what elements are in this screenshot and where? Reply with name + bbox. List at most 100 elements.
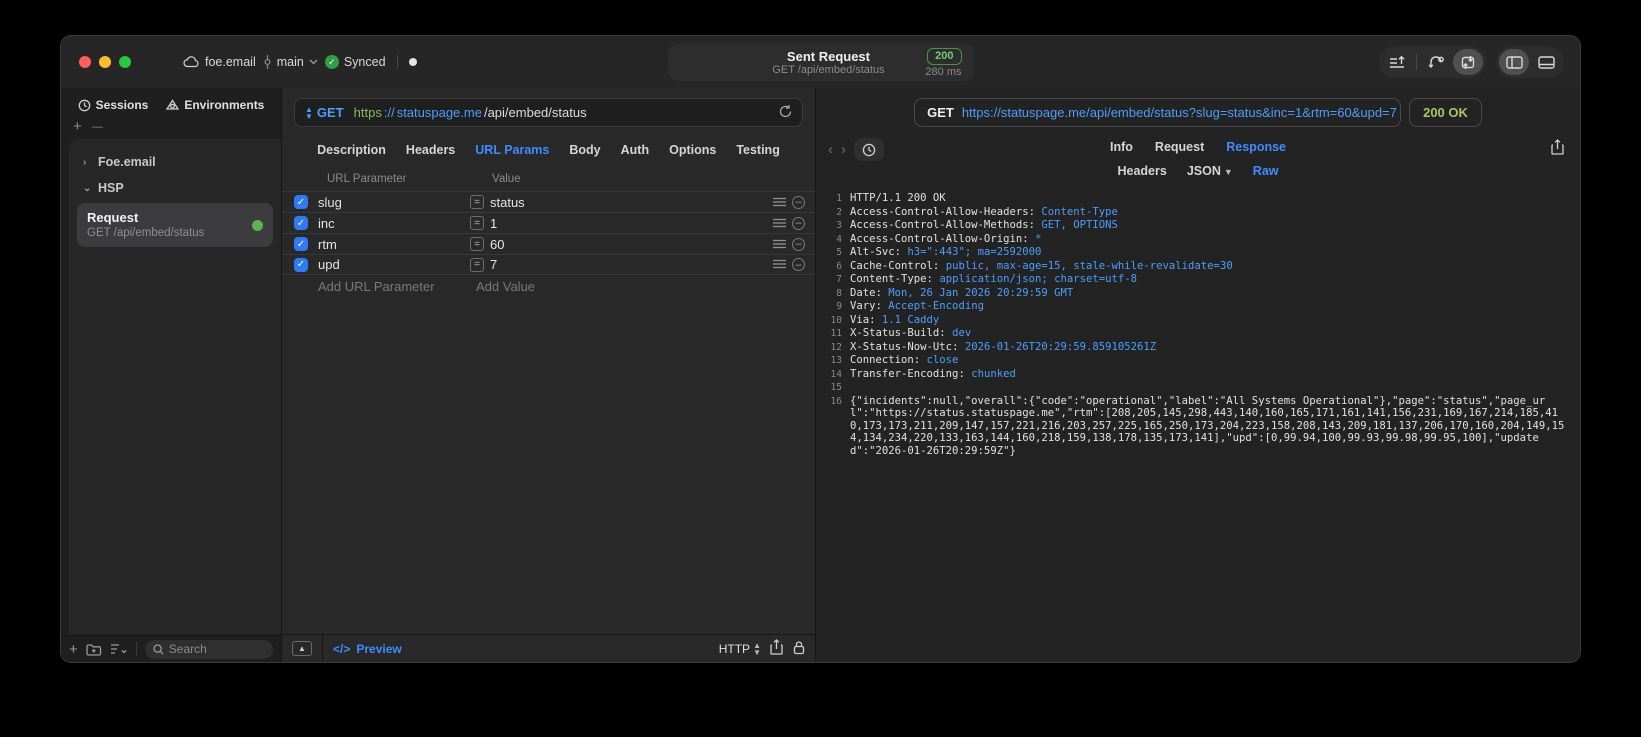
history-back-button[interactable]: ‹ [828,141,833,158]
line-number: 6 [836,260,842,272]
param-checkbox[interactable]: ✓ [294,257,308,272]
remove-row-icon[interactable]: – [792,258,805,271]
close-window-button[interactable] [79,56,91,68]
search-placeholder: Search [168,642,207,656]
branch-icon [264,55,271,69]
param-value-field[interactable]: 60 [490,237,773,252]
response-tab-request[interactable]: Request [1155,140,1204,154]
sidebar-tab-environments[interactable]: Environments [166,98,264,112]
tab-options[interactable]: Options [669,143,716,157]
chevron-down-icon: ▼ [1223,167,1233,177]
sort-list-icon[interactable] [110,643,128,655]
minimize-window-button[interactable] [99,56,111,68]
fork-merge-icon[interactable] [1421,49,1451,75]
add-parameter-value-field[interactable]: Add Value [476,279,535,294]
add-session-button[interactable]: + [73,118,82,135]
param-value-field[interactable]: 7 [490,257,773,272]
collapse-panel-button[interactable]: ▲ [292,641,312,656]
project-switcher[interactable]: foe.email [183,55,256,69]
row-drag-handle-icon[interactable] [773,257,786,272]
tree-item-hsp[interactable]: ⌄ HSP [75,175,275,201]
window-title-pill[interactable]: Sent Request GET /api/embed/status 200 2… [667,44,974,81]
line-number: 8 [836,287,842,299]
tree-item-foe-email[interactable]: › Foe.email [75,149,275,175]
code-line: 11 X-Status-Build: dev [822,327,1570,341]
response-subtab-json[interactable]: JSON ▼ [1187,164,1233,178]
unsaved-indicator-dot [408,58,417,66]
request-list-item-selected[interactable]: Request GET /api/embed/status [77,203,273,247]
response-header-line: Connection: close [850,354,959,366]
param-value-field[interactable]: 1 [490,216,773,231]
tab-description[interactable]: Description [317,143,386,157]
response-tab-response[interactable]: Response [1226,140,1286,154]
subtab-label: Raw [1252,164,1279,178]
sidebar-tab-sessions[interactable]: Sessions [78,98,148,112]
request-method[interactable]: GET [317,105,344,120]
traffic-lights [79,56,131,68]
response-tab-info[interactable]: Info [1110,140,1133,154]
layout-sidebar-icon[interactable] [1499,49,1529,75]
param-name-field[interactable]: slug [318,195,470,210]
protocol-selector[interactable]: HTTP ▲ ▼ [718,641,761,656]
export-lines-icon[interactable] [1382,49,1412,75]
code-line: 13 Connection: close [822,354,1570,368]
request-url-bar[interactable]: ▲ ▼ GET https://statuspage.me/api/embed/s… [294,98,803,127]
layout-bottombar-icon[interactable] [1531,49,1561,75]
preview-label: Preview [356,641,402,656]
header-name: Date [850,286,876,299]
tab-headers[interactable]: Headers [406,143,455,157]
row-drag-handle-icon[interactable] [773,216,786,231]
sync-transfer-icon[interactable] [1453,49,1483,75]
param-name-field[interactable]: rtm [318,237,470,252]
response-header-line: Via: 1.1 Caddy [850,313,940,326]
response-header-line: Access-Control-Allow-Headers: Content-Ty… [850,205,1118,218]
history-clock-button[interactable] [854,138,884,161]
method-stepper-icon[interactable]: ▲ ▼ [305,105,313,120]
zoom-window-button[interactable] [119,56,131,68]
header-value: h3=":443"; ma=2592000 [907,246,1042,258]
protocol-label: HTTP [718,641,751,656]
history-forward-button[interactable]: › [841,141,846,158]
remove-session-button[interactable]: — [92,118,103,135]
export-response-icon[interactable] [1551,139,1564,158]
response-subtab-raw[interactable]: Raw [1253,164,1279,178]
preview-button[interactable]: </> Preview [333,642,402,656]
search-input[interactable]: Search [144,639,273,659]
branch-selector[interactable]: main [263,55,318,69]
share-icon[interactable] [770,639,783,658]
param-checkbox[interactable]: ✓ [294,216,308,230]
tab-auth[interactable]: Auth [621,143,649,157]
param-value-field[interactable]: status [490,195,773,210]
param-checkbox[interactable]: ✓ [294,237,308,251]
add-parameter-name-field[interactable]: Add URL Parameter [318,279,476,294]
header-name: Via [850,313,870,326]
raw-response-view[interactable]: 1 HTTP/1.1 200 OK 2 Access-Control-Allow-He… [816,186,1580,662]
param-name-field[interactable]: inc [318,216,470,231]
row-drag-handle-icon[interactable] [773,195,786,210]
sync-status[interactable]: ✓ Synced [324,55,386,69]
tab-testing[interactable]: Testing [736,143,780,157]
param-name-field[interactable]: upd [318,257,470,272]
tab-body[interactable]: Body [569,143,600,157]
new-folder-icon[interactable] [86,643,102,656]
row-drag-handle-icon[interactable] [773,237,786,252]
header-name: Content-Type [850,273,927,285]
header-value: public, max-age=15, stale-while-revalida… [945,259,1233,272]
param-row-inc: ✓ inc = 1 – [282,212,815,233]
request-tabs: Description Headers URL Params Body Auth Opti… [282,131,815,167]
remove-row-icon[interactable]: – [792,216,805,230]
add-request-button[interactable]: + [69,641,78,658]
sidebar: Sessions Environments + — › Foe.email ⌄ … [61,88,282,662]
lock-icon[interactable] [793,640,805,658]
code-line: 9 Vary: Accept-Encoding [822,300,1570,314]
window-title: Sent Request [786,48,870,64]
resend-refresh-icon[interactable] [779,104,792,121]
remove-row-icon[interactable]: – [792,195,805,209]
param-checkbox[interactable]: ✓ [294,195,308,209]
remove-row-icon[interactable]: – [792,237,805,251]
response-url-pill[interactable]: GET https://statuspage.me/api/embed/stat… [914,98,1402,127]
header-value: Accept-Encoding [888,300,984,312]
line-number: 7 [836,274,842,285]
tab-url-params[interactable]: URL Params [475,143,549,157]
response-subtab-headers[interactable]: Headers [1117,164,1166,178]
